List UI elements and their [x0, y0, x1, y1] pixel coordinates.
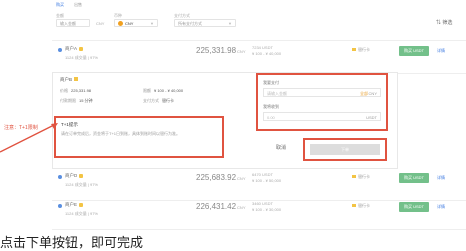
merchant-name: 商户B: [60, 77, 79, 83]
amount-placeholder: 输入金额: [60, 21, 76, 26]
price: 226,431.42CNY: [196, 202, 246, 211]
receive-currency: USDT: [366, 115, 377, 120]
pay-info: 支付方式 银行卡: [143, 98, 174, 103]
details-link[interactable]: 详情: [437, 175, 445, 181]
pay-method: 银行卡: [352, 47, 370, 53]
merchant-name[interactable]: 商户A: [65, 46, 84, 52]
order-amount-box: 我要支付 请输入金额 全部 CNY 我将收到 0.00 USDT: [256, 73, 388, 131]
currency-label: CNY: [96, 21, 105, 26]
chevron-down-icon: ▼: [228, 21, 232, 26]
price: 225,331.98CNY: [196, 46, 246, 55]
amount-input[interactable]: 输入金额: [56, 19, 90, 27]
verified-icon: [79, 173, 84, 178]
filter-button[interactable]: ⇅ 筛选: [436, 19, 452, 26]
buy-button[interactable]: 购买 USDT: [399, 202, 429, 212]
avatar: [58, 175, 62, 179]
place-order-button[interactable]: 下单: [310, 144, 380, 155]
tab-sell[interactable]: 出售: [74, 2, 82, 8]
avatar: [58, 204, 62, 208]
coin-select[interactable]: CNY ▼: [114, 19, 158, 27]
receive-input[interactable]: 0.00 USDT: [263, 112, 381, 121]
all-button[interactable]: 全部: [360, 89, 368, 98]
pay-method-value: 所有支付方式: [178, 21, 202, 26]
notice-title: T+1提示: [61, 122, 78, 127]
cancel-button[interactable]: 取消: [276, 144, 286, 151]
price: 225,683.92CNY: [196, 173, 246, 182]
t1-notice-box: T+1提示 请在订单完成后，资金将于T+1日到账，具体到账时间以银行为准。: [54, 116, 224, 158]
filter-label: 筛选: [442, 20, 453, 26]
annotation-callout: 注意：T+1限制: [4, 125, 38, 131]
place-order-highlight: 下单: [303, 138, 387, 161]
verified-icon: [79, 202, 84, 207]
merchant-stats: 1124 成交量 | 97%: [65, 182, 98, 187]
bank-card-icon: [352, 48, 356, 52]
pay-method: 银行卡: [352, 203, 370, 209]
pay-method-select[interactable]: 所有支付方式 ▼: [174, 19, 236, 27]
limit: 7234 USDT ¥ 100 - ¥ 40,000: [252, 45, 282, 56]
pay-currency: CNY: [368, 91, 377, 96]
limit: 6470 USDT ¥ 100 - ¥ 50,000: [252, 172, 282, 183]
merchant-name[interactable]: 商户E: [65, 202, 84, 208]
limit-info: 限额 ¥ 100 - ¥ 40,000: [143, 88, 184, 93]
bank-card-icon: [352, 175, 356, 179]
filter-bar: 购买 出售 金额 输入金额 CNY 币种 CNY ▼ 支付方式 所有支付方式 ▼…: [52, 0, 466, 41]
pay-amount-input[interactable]: 请输入金额 全部 CNY: [263, 88, 381, 97]
pay-method: 银行卡: [352, 174, 370, 180]
bank-card-icon: [352, 204, 356, 208]
pay-amount-label: 我要支付: [263, 80, 279, 85]
verified-icon: [79, 46, 84, 51]
merchant-name[interactable]: 商户D: [65, 173, 84, 179]
coin-value: CNY: [125, 21, 134, 26]
buy-button[interactable]: 购买 USDT: [399, 46, 429, 56]
avatar: [58, 48, 62, 52]
time-info: 付款期限 15 分钟: [60, 98, 93, 103]
receive-label: 我将收到: [263, 104, 279, 109]
filter-icon: ⇅: [436, 20, 442, 26]
list-item: 商户E 1124 成交量 | 97% 226,431.42CNY 3460 US…: [52, 197, 466, 230]
list-item: 商户A 1124 成交量 | 97% 225,331.98CNY 7234 US…: [52, 41, 466, 74]
buy-button[interactable]: 购买 USDT: [399, 173, 429, 183]
price-info: 价格 225,331.98: [60, 88, 92, 93]
chevron-down-icon: ▼: [150, 21, 154, 26]
tab-buy[interactable]: 购买: [56, 2, 64, 8]
coin-icon: [118, 21, 123, 27]
notice-text: 请在订单完成后，资金将于T+1日到账，具体到账时间以银行为准。: [61, 131, 181, 136]
details-link[interactable]: 详情: [437, 204, 445, 210]
verified-icon: [74, 77, 79, 81]
caption: 点击下单按钮，即可完成: [0, 235, 144, 250]
limit: 3460 USDT ¥ 100 - ¥ 30,000: [252, 201, 282, 212]
details-link[interactable]: 详情: [437, 48, 445, 54]
merchant-stats: 1124 成交量 | 97%: [65, 55, 98, 60]
merchant-stats: 1124 成交量 | 97%: [65, 211, 98, 216]
